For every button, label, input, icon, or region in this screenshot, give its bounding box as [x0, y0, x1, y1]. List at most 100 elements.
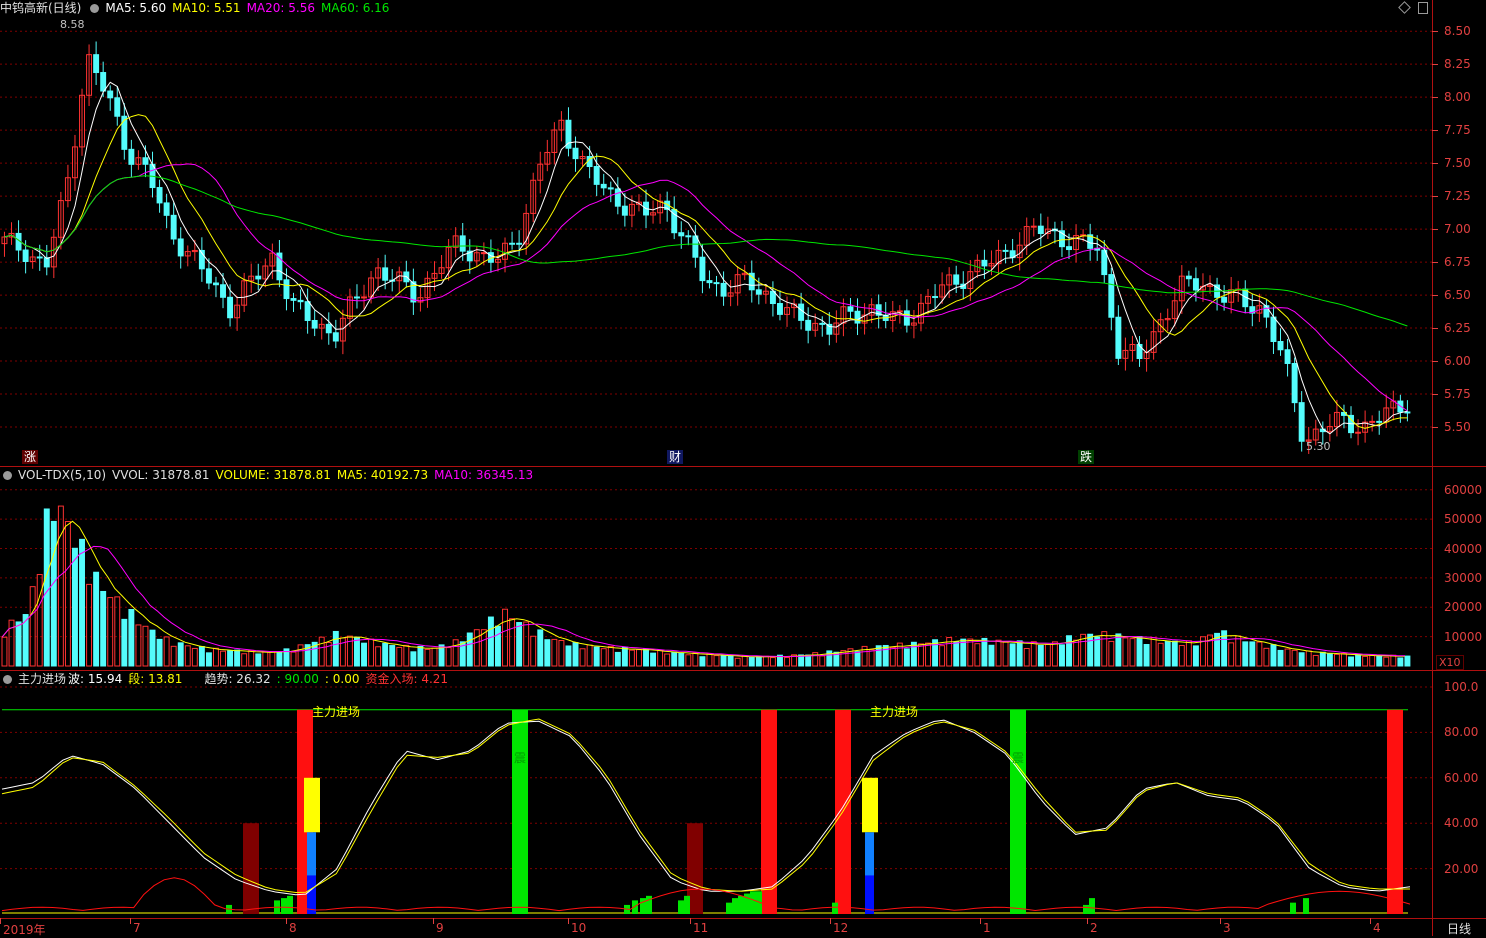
date-label: 8 [289, 921, 297, 935]
candle-down [93, 54, 100, 74]
candle-down [304, 301, 311, 321]
volume-chart[interactable] [0, 467, 1432, 670]
period-tab[interactable]: 日线 [1447, 920, 1471, 937]
volume-bar-up [636, 649, 642, 667]
settings-dot-icon[interactable] [90, 4, 100, 13]
signal-bar-darkblue [865, 875, 874, 914]
volume-bar-up [967, 638, 974, 667]
volume-panel[interactable]: VOL-TDX(5,10) VVOL: 31878.81 VOLUME: 31878… [0, 467, 1432, 670]
annotation-1: 主力进场 [312, 705, 361, 719]
candle-down [1221, 296, 1228, 303]
candle-down [854, 310, 861, 324]
volume-bar-down [1009, 643, 1016, 667]
restore-icon[interactable] [1418, 2, 1428, 14]
volume-bar-down [854, 651, 861, 667]
volume-bar-up [57, 505, 64, 667]
volume-bar-up [769, 657, 776, 667]
candle-down [755, 289, 762, 295]
volume-bar-down [1171, 640, 1178, 667]
tick-mark [1432, 295, 1438, 297]
volume-bar-up [403, 644, 410, 667]
date-label: 3 [1223, 921, 1231, 935]
volume-bar-down [1059, 644, 1065, 667]
candle-down [128, 148, 135, 165]
duan-line [1, 718, 1410, 894]
candle-down [1002, 249, 1009, 252]
date-tick [433, 918, 434, 924]
volume-bar-down [1136, 636, 1143, 667]
volume-bar-up [523, 621, 530, 667]
volume-bar-up [184, 645, 191, 667]
candlestick-chart[interactable] [0, 0, 1432, 466]
settings-dot-icon[interactable] [3, 471, 12, 480]
date-label: 10 [571, 921, 587, 935]
indicator-name[interactable]: 主力进场 [18, 672, 66, 686]
candle-down [509, 242, 516, 245]
volume-bar-up [1228, 642, 1235, 667]
candle-up [361, 296, 367, 299]
candle-up [896, 310, 903, 313]
volume-bar-up [692, 652, 699, 667]
price-tick-label: 8.00 [1444, 90, 1471, 105]
price-tick-label: 7.00 [1444, 222, 1471, 237]
marker-cai[interactable]: 财 [667, 450, 684, 464]
volume-bar-up [741, 655, 748, 667]
candle-down [255, 275, 262, 280]
volume-bar-down [699, 656, 706, 667]
volume-bar-up [431, 647, 438, 667]
volume-bar-up [1185, 640, 1192, 667]
volume-bar-down [1143, 644, 1150, 667]
indicator-chart[interactable] [0, 671, 1432, 918]
candle-down [572, 147, 579, 160]
marker-zhang[interactable]: 涨 [22, 450, 39, 464]
volume-bar-up [1284, 648, 1291, 667]
candle-down [1284, 349, 1291, 364]
candle-down [614, 188, 621, 207]
volume-bar-up [579, 648, 586, 667]
ma60-label: MA60: 6.16 [321, 1, 390, 15]
inflow-bar [1303, 898, 1309, 914]
volume-bar-down [93, 571, 100, 667]
volume-bar-down [544, 639, 551, 667]
volume-bar-up [628, 649, 635, 667]
volume-bar-down [1277, 649, 1284, 667]
vol-label[interactable]: VOL-TDX(5,10) [18, 468, 106, 482]
candle-down [107, 90, 114, 99]
inflow-bar [1290, 902, 1296, 914]
volume-header: VOL-TDX(5,10) VVOL: 31878.81 VOLUME: 31878… [0, 467, 539, 483]
candle-down [1291, 362, 1298, 404]
date-label: 11 [693, 921, 709, 935]
candle-down [847, 306, 854, 312]
inflow-bar [287, 895, 293, 914]
volume-bar-down [671, 651, 678, 667]
volume-bar-up [1333, 653, 1340, 667]
volume-bar-down [389, 645, 396, 667]
inflow-bar [1089, 898, 1095, 914]
volume-bar-down [276, 652, 283, 667]
volume-bar-up [1108, 640, 1115, 667]
inflow-bar [738, 895, 744, 914]
volume-bar-down [361, 642, 367, 667]
candle-down [1404, 411, 1411, 414]
date-label: 2019年 [3, 923, 46, 937]
candle-down [297, 299, 304, 303]
candle-down [903, 310, 910, 326]
price-tick-label: 7.25 [1444, 189, 1471, 204]
volume-bar-up [163, 636, 170, 667]
volume-bar-up [1362, 655, 1369, 667]
stock-title[interactable]: 中钨高新(日线) [0, 1, 81, 15]
volume-bar-down [593, 646, 600, 667]
price-panel[interactable]: 中钨高新(日线) MA5: 5.60 MA10: 5.51 MA20: 5.56 MA6… [0, 0, 1432, 466]
ma10-line [4, 114, 1408, 429]
marker-die[interactable]: 跌 [1078, 450, 1095, 464]
tick-mark [1432, 31, 1438, 33]
volume-bar-down [1249, 641, 1256, 667]
candle-up [480, 252, 487, 255]
date-label: 4 [1373, 921, 1381, 935]
volume-bar-up [558, 640, 565, 667]
inflow-bar [726, 902, 732, 914]
settings-dot-icon[interactable] [3, 675, 12, 684]
candle-down [1298, 402, 1305, 442]
candle-down [699, 256, 706, 282]
indicator-panel[interactable]: 主力进场 波: 15.94 段: 13.81 趋势: 26.32: 90.00: 0.… [0, 671, 1432, 918]
